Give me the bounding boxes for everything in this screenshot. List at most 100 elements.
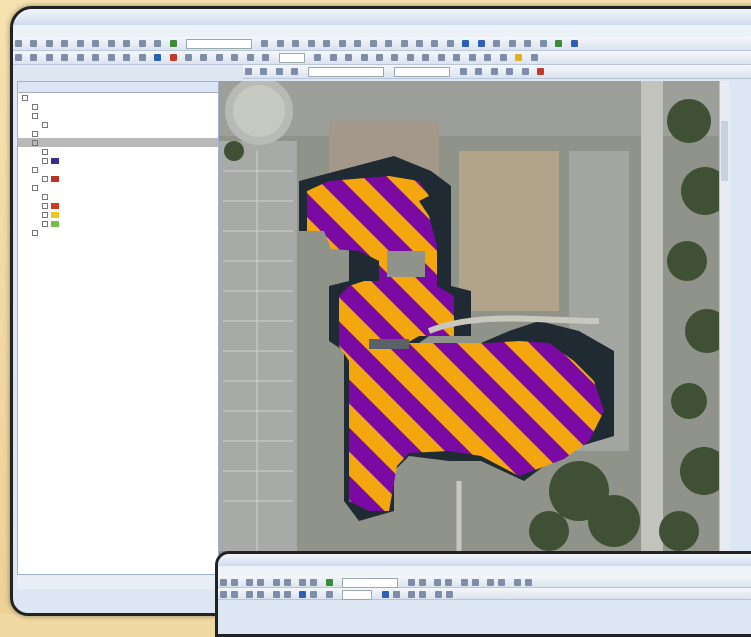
second-editor-menu[interactable] (342, 590, 373, 600)
fill-color-icon[interactable] (515, 54, 523, 61)
search-icon[interactable] (445, 579, 453, 586)
toc-layer-row[interactable] (18, 219, 218, 228)
create-features-icon[interactable] (422, 54, 430, 61)
bold-icon[interactable] (484, 54, 492, 61)
second-scale-combo[interactable] (342, 578, 399, 588)
target-combo[interactable] (394, 67, 451, 77)
add-data-icon[interactable] (169, 40, 177, 47)
layer-icon[interactable] (245, 68, 252, 75)
table-icon[interactable] (490, 68, 498, 75)
find-icon[interactable] (325, 591, 333, 598)
layer-visibility-checkbox[interactable] (32, 139, 38, 146)
scrollbar-thumb[interactable] (721, 121, 728, 181)
arrow-icon[interactable] (15, 54, 22, 61)
time-slider-icon[interactable] (524, 40, 532, 47)
editor-icon[interactable] (261, 40, 269, 47)
vertex-icon[interactable] (345, 54, 353, 61)
pan-icon[interactable] (61, 54, 69, 61)
measure-icon[interactable] (231, 54, 239, 61)
identify-icon[interactable] (310, 591, 318, 598)
split-icon[interactable] (419, 591, 427, 598)
attributes-icon[interactable] (391, 54, 399, 61)
cut-icon[interactable] (272, 579, 280, 586)
copy-icon[interactable] (92, 40, 100, 47)
copy-icon[interactable] (283, 579, 291, 586)
zoom-in-icon[interactable] (30, 54, 38, 61)
select-icon[interactable] (462, 40, 470, 47)
back-icon[interactable] (92, 54, 100, 61)
georef-icon[interactable] (459, 68, 467, 75)
arrow-icon[interactable] (220, 591, 227, 598)
layer-visibility-checkbox[interactable] (32, 130, 38, 137)
layer-combo[interactable] (307, 67, 384, 77)
sketch-props-icon[interactable] (406, 54, 414, 61)
open-icon[interactable] (30, 40, 38, 47)
sketch-icon[interactable] (392, 591, 400, 598)
toc-icon[interactable] (276, 40, 284, 47)
zoom-out-icon[interactable] (45, 54, 53, 61)
forward-icon[interactable] (107, 54, 115, 61)
hyperlink-icon[interactable] (493, 40, 501, 47)
find-icon[interactable] (431, 40, 439, 47)
select-icon[interactable] (299, 591, 307, 598)
layer-visibility-checkbox[interactable] (32, 112, 38, 119)
split-icon[interactable] (360, 54, 368, 61)
close-toolbar-icon[interactable] (536, 68, 544, 75)
attributes-icon[interactable] (445, 591, 453, 598)
toc-layer-row[interactable] (18, 111, 218, 120)
catalog-icon[interactable] (292, 40, 300, 47)
xy-icon[interactable] (215, 54, 223, 61)
back-icon[interactable] (283, 591, 291, 598)
scale-combo[interactable] (185, 39, 252, 49)
layer-visibility-checkbox[interactable] (22, 94, 28, 101)
clear-selection-icon[interactable] (138, 54, 146, 61)
catalog-icon[interactable] (434, 579, 442, 586)
html-icon[interactable] (262, 54, 270, 61)
undo-icon[interactable] (138, 40, 146, 47)
hyperlink-icon[interactable] (246, 54, 254, 61)
layer-visibility-checkbox[interactable] (32, 103, 38, 110)
globe-icon[interactable] (272, 591, 280, 598)
layer-visibility-checkbox[interactable] (42, 202, 48, 209)
toc-layer-row[interactable] (18, 147, 218, 156)
find-icon[interactable] (513, 579, 521, 586)
delete-icon[interactable] (123, 40, 131, 47)
toc-layer-row[interactable] (18, 102, 218, 111)
identify-icon[interactable] (415, 40, 423, 47)
layer-visibility-checkbox[interactable] (42, 220, 48, 227)
zoom-in-icon[interactable] (231, 591, 238, 598)
layer-visibility-checkbox[interactable] (42, 148, 48, 155)
toc-layer-row[interactable] (18, 201, 218, 210)
toc-layer-row[interactable] (18, 210, 218, 219)
search-icon[interactable] (307, 40, 315, 47)
toc-layer-row[interactable] (18, 228, 218, 237)
identify-icon[interactable] (169, 54, 177, 61)
globe-icon[interactable] (76, 54, 84, 61)
layer-visibility-checkbox[interactable] (32, 184, 38, 191)
measure-icon[interactable] (524, 579, 532, 586)
route-icon[interactable] (200, 54, 208, 61)
swipe-icon[interactable] (260, 68, 268, 75)
text-icon[interactable] (453, 54, 461, 61)
rectify-icon[interactable] (521, 68, 529, 75)
layer-visibility-checkbox[interactable] (32, 229, 38, 236)
measure-icon[interactable] (446, 40, 454, 47)
arctoolbox-icon[interactable] (323, 40, 331, 47)
cut-icon[interactable] (76, 40, 84, 47)
rotate-icon[interactable] (434, 591, 442, 598)
info-icon[interactable] (477, 40, 485, 47)
line-color-icon[interactable] (530, 54, 538, 61)
draw-icon[interactable] (437, 54, 445, 61)
layer-visibility-checkbox[interactable] (42, 175, 48, 182)
layer-visibility-checkbox[interactable] (42, 121, 48, 128)
bookmark-icon[interactable] (555, 40, 563, 47)
html-popup-icon[interactable] (508, 40, 516, 47)
zoom-in-icon[interactable] (354, 40, 362, 47)
edit-tool-icon[interactable] (381, 591, 389, 598)
delete-icon[interactable] (310, 579, 318, 586)
zoom-out-icon[interactable] (471, 579, 479, 586)
full-extent-icon[interactable] (400, 40, 408, 47)
new-icon[interactable] (220, 579, 227, 586)
toc-layer-row[interactable] (18, 129, 218, 138)
toc-layer-row[interactable] (18, 183, 218, 192)
